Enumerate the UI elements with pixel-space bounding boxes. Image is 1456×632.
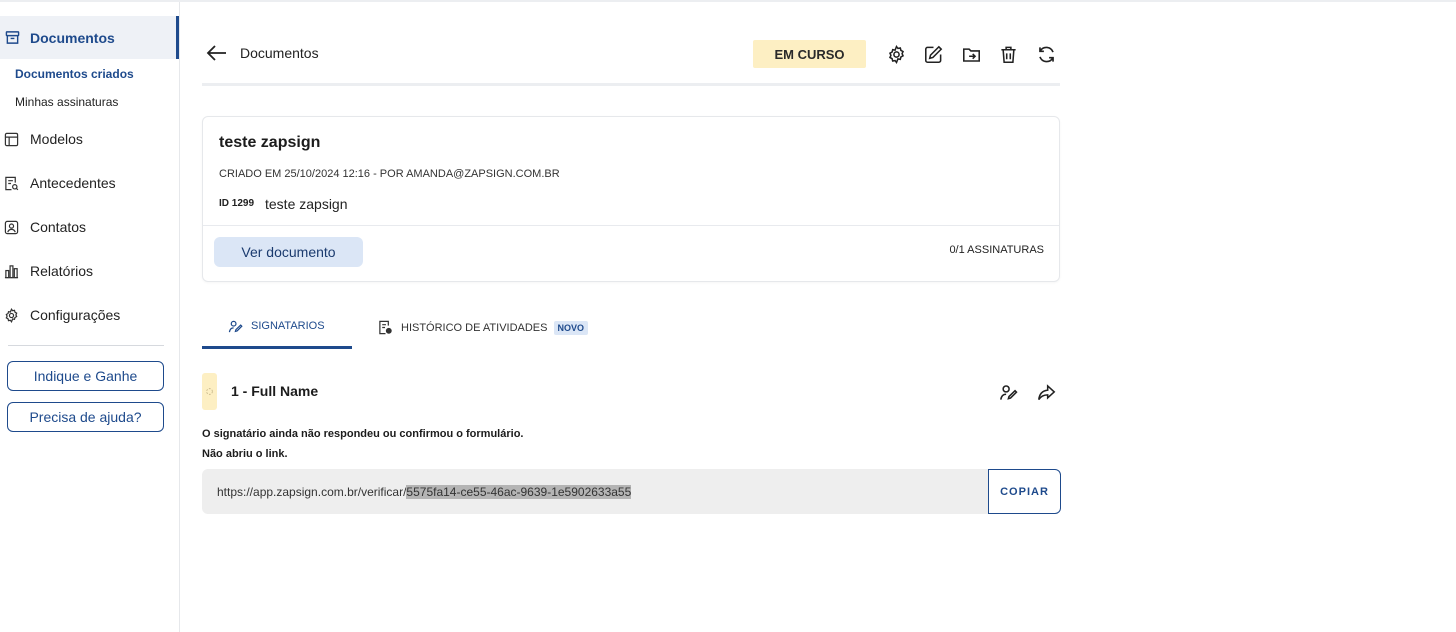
- history-doc-icon: [378, 320, 393, 335]
- signer-message-link: Não abriu o link.: [202, 448, 288, 460]
- document-created-info: CRIADO EM 25/10/2024 12:16 - POR AMANDA@…: [219, 168, 560, 180]
- sidebar-item-label: Antecedentes: [30, 175, 116, 191]
- template-icon: [4, 132, 19, 147]
- move-folder-icon[interactable]: [961, 44, 981, 64]
- link-token: 5575fa14-ce55-46ac-9639-1e5902633a55: [406, 484, 632, 499]
- help-button[interactable]: Precisa de ajuda?: [7, 402, 164, 432]
- sidebar-item-contatos[interactable]: Contatos: [0, 215, 179, 239]
- sidebar-item-documentos[interactable]: Documentos: [0, 16, 179, 59]
- sidebar-subitem-documentos-criados[interactable]: Documentos criados: [15, 67, 134, 81]
- sidebar-subitem-minhas-assinaturas[interactable]: Minhas assinaturas: [15, 95, 118, 109]
- archive-icon: [5, 30, 20, 45]
- contact-icon: [4, 220, 19, 235]
- trash-icon[interactable]: [998, 44, 1018, 64]
- sidebar-item-label: Relatórios: [30, 263, 94, 279]
- sidebar-item-label: Contatos: [30, 219, 87, 235]
- sidebar-item-configuracoes[interactable]: Configurações: [0, 303, 179, 327]
- back-arrow-icon[interactable]: [206, 44, 228, 62]
- tab-label: SIGNATARIOS: [251, 320, 325, 332]
- document-search-icon: [4, 176, 19, 191]
- document-card: teste zapsign CRIADO EM 25/10/2024 12:16…: [202, 116, 1060, 282]
- sidebar-item-relatorios[interactable]: Relatórios: [0, 259, 179, 283]
- signer-message-status: O signatário ainda não respondeu ou conf…: [202, 428, 524, 440]
- document-id-label: ID 1299: [219, 198, 255, 209]
- sidebar-item-label: Modelos: [30, 131, 83, 147]
- tab-label: HISTÓRICO DE ATIVIDADES: [401, 321, 548, 334]
- card-divider: [203, 225, 1059, 226]
- signature-icon: [228, 319, 243, 334]
- signer-link-field[interactable]: https://app.zapsign.com.br/verificar/557…: [202, 469, 989, 514]
- sidebar-item-modelos[interactable]: Modelos: [0, 127, 179, 151]
- link-prefix: https://app.zapsign.com.br/verificar/: [217, 484, 407, 499]
- loading-icon: [206, 388, 213, 395]
- tab-signatarios[interactable]: SIGNATARIOS: [202, 306, 352, 349]
- document-id-value: teste zapsign: [265, 196, 348, 212]
- new-badge: NOVO: [553, 320, 589, 335]
- sidebar-item-label: Documentos: [30, 29, 115, 46]
- top-border: [0, 0, 1456, 2]
- document-name: teste zapsign: [219, 134, 321, 151]
- bar-chart-icon: [4, 264, 19, 279]
- settings-icon[interactable]: [886, 44, 906, 64]
- page-title: Documentos: [240, 45, 319, 61]
- status-badge: EM CURSO: [753, 40, 866, 68]
- sidebar-item-label: Configurações: [30, 307, 121, 323]
- signer-name: 1 - Full Name: [231, 383, 319, 399]
- refresh-icon[interactable]: [1036, 44, 1056, 64]
- copy-button[interactable]: COPIAR: [988, 469, 1061, 514]
- tab-historico[interactable]: HISTÓRICO DE ATIVIDADES NOVO: [378, 306, 608, 349]
- refer-button[interactable]: Indique e Ganhe: [7, 361, 164, 391]
- sign-user-icon[interactable]: [997, 381, 1019, 403]
- signature-count: 0/1 ASSINATURAS: [949, 244, 1044, 256]
- view-document-button[interactable]: Ver documento: [214, 237, 363, 267]
- sidebar-divider: [8, 345, 164, 346]
- sidebar: Documentos Documentos criados Minhas ass…: [0, 2, 180, 632]
- document-header: Documentos EM CURSO: [202, 30, 1060, 86]
- share-icon[interactable]: [1035, 381, 1057, 403]
- sidebar-item-antecedentes[interactable]: Antecedentes: [0, 171, 179, 195]
- gear-icon: [4, 307, 19, 323]
- signer-status-avatar: [202, 373, 217, 410]
- edit-icon[interactable]: [923, 44, 943, 64]
